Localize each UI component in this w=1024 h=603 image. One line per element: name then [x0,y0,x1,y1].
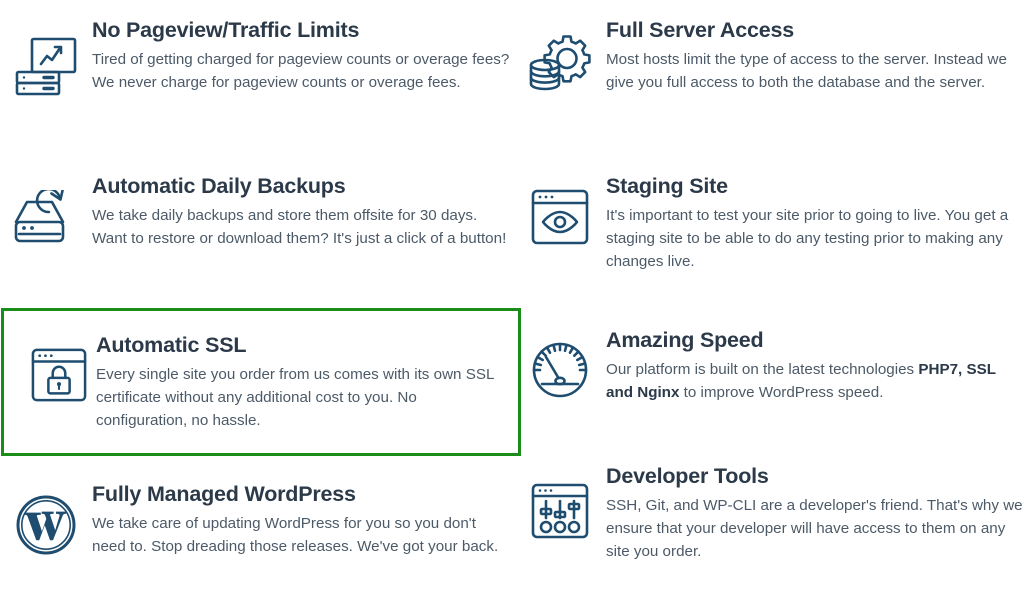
feature-description: Every single site you order from us come… [96,366,494,429]
chart-server-icon [0,18,92,98]
feature-description: We take care of updating WordPress for y… [92,515,499,555]
feature-card-automatic-daily-backups[interactable]: Automatic Daily Backups We take daily ba… [0,174,512,251]
hard-drive-refresh-icon [0,174,92,246]
feature-title: Developer Tools [606,464,769,488]
features-grid: No Pageview/Traffic Limits Tired of gett… [0,0,1024,603]
database-gear-icon [514,18,606,96]
feature-card-automatic-ssl[interactable]: Automatic SSL Every single site you orde… [1,308,521,456]
browser-eye-icon [514,174,606,246]
feature-title: Amazing Speed [606,328,764,352]
feature-description: Tired of getting charged for pageview co… [92,51,510,91]
speedometer-icon [514,328,606,400]
card-text: Staging Site It's important to test your… [606,174,1024,273]
card-text: Automatic SSL Every single site you orde… [96,333,508,432]
feature-description: We take daily backups and store them off… [92,207,507,247]
wordpress-logo-icon [0,482,92,556]
feature-description: Our platform is built on the latest tech… [606,361,996,401]
feature-card-amazing-speed[interactable]: Amazing Speed Our platform is built on t… [514,328,1024,405]
browser-sliders-icon [514,464,606,540]
feature-description: It's important to test your site prior t… [606,207,1009,270]
feature-title: Automatic Daily Backups [92,174,346,198]
card-text: Amazing Speed Our platform is built on t… [606,328,1024,405]
card-text: No Pageview/Traffic Limits Tired of gett… [92,18,512,95]
feature-card-no-pageview-limits[interactable]: No Pageview/Traffic Limits Tired of gett… [0,18,512,98]
feature-title: Fully Managed WordPress [92,482,356,506]
card-text: Developer Tools SSH, Git, and WP-CLI are… [606,464,1024,563]
feature-card-staging-site[interactable]: Staging Site It's important to test your… [514,174,1024,273]
feature-title: Staging Site [606,174,728,198]
feature-description: Most hosts limit the type of access to t… [606,51,1007,91]
card-text: Full Server Access Most hosts limit the … [606,18,1024,95]
card-text: Automatic Daily Backups We take daily ba… [92,174,512,251]
feature-title: Full Server Access [606,18,795,42]
feature-description: SSH, Git, and WP-CLI are a developer's f… [606,497,1023,560]
feature-title: Automatic SSL [96,333,247,357]
feature-title: No Pageview/Traffic Limits [92,18,360,42]
feature-card-fully-managed-wordpress[interactable]: Fully Managed WordPress We take care of … [0,482,512,559]
card-text: Fully Managed WordPress We take care of … [92,482,512,559]
browser-lock-icon [22,333,96,403]
feature-card-developer-tools[interactable]: Developer Tools SSH, Git, and WP-CLI are… [514,464,1024,563]
feature-card-full-server-access[interactable]: Full Server Access Most hosts limit the … [514,18,1024,96]
